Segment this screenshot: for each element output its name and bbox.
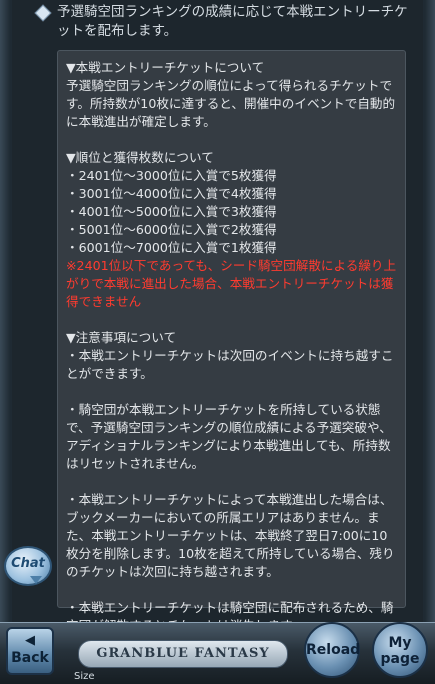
note-item: ・本戦エントリーチケットによって本戦進出した場合は、ブックメーカーにおいての所属… [66, 492, 395, 579]
rank-row: ・2401位～3000位に入賞で5枚獲得 [66, 168, 277, 183]
section-title-ticket: ▼本戦エントリーチケットについて [66, 60, 265, 75]
rank-row: ・6001位～7000位に入賞で1枚獲得 [66, 240, 277, 255]
mypage-label-line1: My [388, 635, 412, 651]
note-item: ・本戦エントリーチケットは次回のイベントに持ち越すことができます。 [66, 348, 394, 381]
back-button[interactable]: ◀ Back [6, 627, 54, 675]
granblue-fantasy-logo: GRANBLUE FANTASY [78, 640, 288, 668]
chat-button[interactable]: Chat [4, 546, 52, 586]
chat-bubble-tail-icon [30, 576, 42, 584]
rank-row: ・4001位～5000位に入賞で3枚獲得 [66, 204, 277, 219]
size-label[interactable]: Size [74, 671, 95, 682]
section-title-notes: ▼注意事項について [66, 330, 177, 345]
reload-label: Reload [306, 642, 361, 658]
back-label: Back [11, 650, 49, 666]
section-body-ticket: 予選騎空団ランキングの順位によって得られるチケットです。所持数が10枚に達すると… [66, 78, 396, 129]
back-arrow-icon: ◀ [25, 633, 35, 648]
section-title-ranks: ▼順位と獲得枚数について [66, 150, 214, 165]
rank-row: ・5001位～6000位に入賞で2枚獲得 [66, 222, 277, 237]
rank-row: ・3001位～4000位に入賞で4枚獲得 [66, 186, 277, 201]
warning-text: ※2401位以下であっても、シード騎空団解散による繰り上がりで本戦に進出した場合… [66, 258, 397, 309]
mypage-button[interactable]: My page [372, 622, 428, 678]
reload-button[interactable]: Reload [304, 622, 360, 678]
mypage-label-line2: page [380, 651, 420, 667]
ticket-info-panel[interactable]: ▼本戦エントリーチケットについて 予選騎空団ランキングの順位によって得られるチケ… [57, 50, 406, 633]
note-item: ・騎空団が本戦エントリーチケットを所持している状態で、予選騎空団ランキングの順位… [66, 402, 392, 471]
chat-label: Chat [11, 556, 45, 571]
intro-text: 予選騎空団ランキングの成績に応じて本戦エントリーチケットを配布します。 [57, 4, 408, 39]
